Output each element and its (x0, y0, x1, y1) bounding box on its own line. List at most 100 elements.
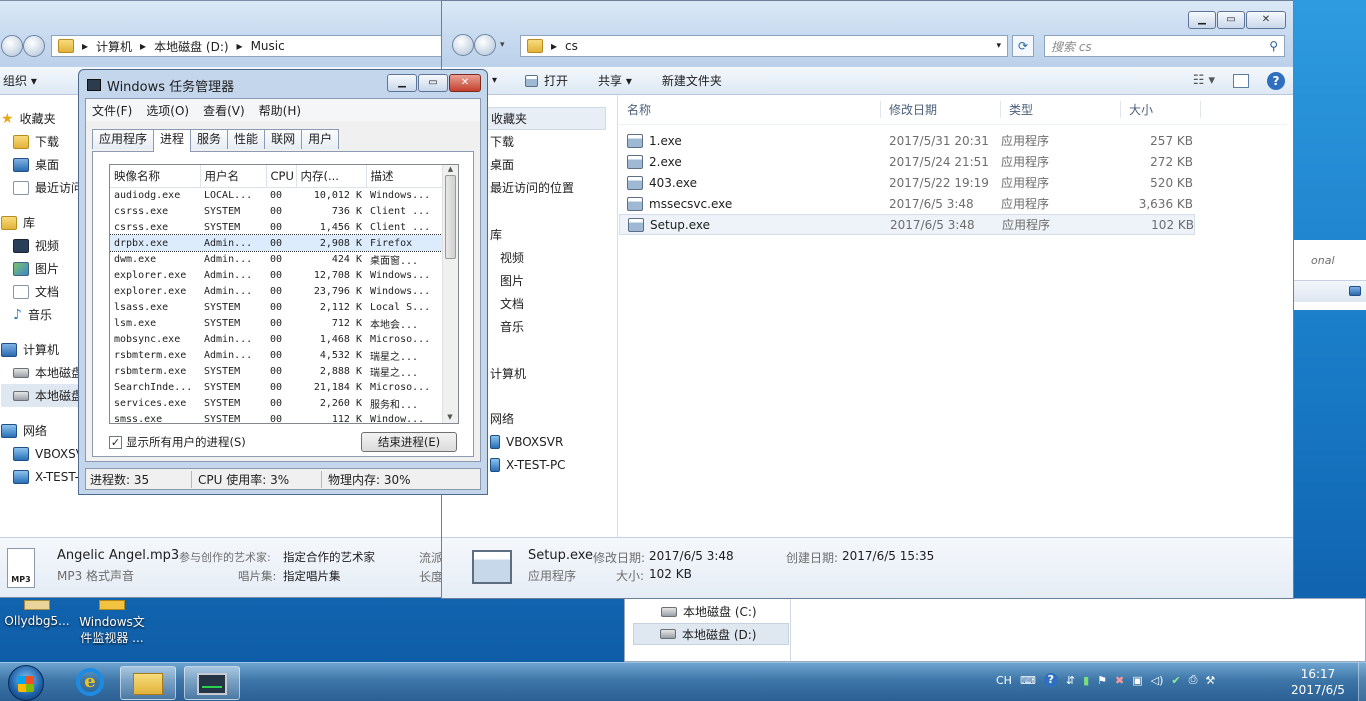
process-row[interactable]: explorer.exe Admin... 00 12,708 K Windows... (110, 267, 444, 283)
nav-downloads[interactable]: 下载 (1, 130, 81, 153)
nav-net-2[interactable]: X-TEST-PC (1, 465, 95, 488)
file-row[interactable]: Setup.exe 2017/6/5 3:48 应用程序 102 KB (619, 214, 1195, 235)
column-date[interactable]: 修改日期 (881, 101, 1001, 118)
tab-services[interactable]: 服务 (190, 129, 229, 149)
tab-applications[interactable]: 应用程序 (92, 129, 155, 149)
menu-help[interactable]: 帮助(H) (259, 104, 301, 118)
tab-processes[interactable]: 进程 (153, 129, 192, 152)
background-disk-d[interactable]: 本地磁盘 (D:) (633, 623, 789, 645)
clock[interactable]: 16:17 2017/6/5 (1280, 666, 1356, 698)
file-row[interactable]: mssecsvc.exe 2017/6/5 3:48 应用程序 3,636 KB (619, 193, 1195, 214)
nav-pictures[interactable]: 图片 (1, 257, 81, 280)
breadcrumb-computer[interactable]: 计算机 (96, 38, 132, 55)
chevron-down-icon[interactable]: ▾ (996, 41, 1001, 51)
column-description[interactable]: 描述 (366, 165, 445, 188)
column-name[interactable]: 名称 (619, 101, 881, 118)
back-button[interactable] (452, 34, 474, 56)
task-manager-titlebar[interactable]: Windows 任务管理器 ▁ ▭ ✕ (79, 70, 487, 100)
process-row[interactable]: lsm.exe SYSTEM 00 712 K 本地会... (110, 315, 444, 331)
start-button[interactable] (8, 665, 44, 701)
nav-net-1[interactable]: VBOXSVF (1, 442, 91, 465)
address-path[interactable]: cs (565, 39, 578, 53)
column-cpu[interactable]: CPU (266, 165, 297, 188)
desktop-icon-file-monitor[interactable]: Windows文件监视器 ... (74, 600, 150, 646)
nav-desktop[interactable]: 桌面 (1, 153, 81, 176)
forward-button[interactable] (474, 34, 496, 56)
forward-button[interactable] (23, 35, 45, 57)
process-row[interactable]: lsass.exe SYSTEM 00 2,112 K Local S... (110, 299, 444, 315)
column-image-name[interactable]: 映像名称 (110, 165, 201, 188)
view-icon[interactable]: ☷ ▾ (1193, 73, 1215, 88)
network-tray-icon[interactable]: ⇵ (1066, 674, 1075, 687)
minimize-button[interactable]: ▁ (1188, 11, 1216, 29)
column-memory[interactable]: 内存(... (296, 165, 367, 188)
keyboard-icon[interactable]: ⌨ (1020, 674, 1036, 687)
file-row[interactable]: 1.exe 2017/5/31 20:31 应用程序 257 KB (619, 130, 1195, 151)
scroll-down-icon[interactable]: ▼ (443, 413, 457, 421)
taskbar-task-manager[interactable] (184, 666, 240, 700)
maximize-button[interactable]: ▭ (1217, 11, 1245, 29)
nav-videos[interactable]: 视频 (1, 234, 81, 257)
breadcrumb-music[interactable]: Music (251, 39, 285, 53)
tab-networking[interactable]: 联网 (264, 129, 303, 149)
back-button[interactable] (1, 35, 23, 57)
process-scrollbar[interactable]: ▲ ▼ (442, 165, 458, 423)
taskbar-ie[interactable]: e (62, 666, 118, 700)
process-row[interactable]: csrss.exe SYSTEM 00 736 K Client ... (110, 203, 444, 219)
desktop-icon-ollydbg[interactable]: Ollydbg5... (4, 600, 70, 629)
process-row[interactable]: rsbmterm.exe Admin... 00 4,532 K 瑞星之... (110, 347, 444, 363)
process-row[interactable]: drpbx.exe Admin... 00 2,908 K Firefox (110, 234, 445, 252)
nav-local-disk-2[interactable]: 本地磁盘 (1, 384, 83, 407)
status-icon[interactable]: ▮ (1083, 674, 1089, 687)
process-row[interactable]: dwm.exe Admin... 00 424 K 桌面窗... (110, 251, 444, 267)
file-row[interactable]: 403.exe 2017/5/22 19:19 应用程序 520 KB (619, 172, 1195, 193)
column-user-name[interactable]: 用户名 (200, 165, 267, 188)
close-button[interactable]: ✕ (449, 74, 481, 92)
show-desktop-button[interactable] (1358, 663, 1366, 701)
volume-icon[interactable]: ◁) (1151, 674, 1164, 687)
shield-icon[interactable]: ✔ (1171, 674, 1180, 687)
process-row[interactable]: audiodg.exe LOCAL... 00 10,012 K Windows... (110, 187, 444, 203)
antivirus-icon[interactable]: ✖ (1115, 674, 1124, 687)
taskbar-explorer[interactable] (120, 666, 176, 700)
process-row[interactable]: explorer.exe Admin... 00 23,796 K Windows... (110, 283, 444, 299)
help-icon[interactable]: ? (1267, 71, 1285, 90)
close-button[interactable]: ✕ (1246, 11, 1286, 29)
process-row[interactable]: smss.exe SYSTEM 00 112 K Window... (110, 411, 444, 424)
share-button[interactable]: 共享 ▾ (598, 72, 632, 89)
process-row[interactable]: rsbmterm.exe SYSTEM 00 2,888 K 瑞星之... (110, 363, 444, 379)
scroll-up-icon[interactable]: ▲ (443, 165, 458, 173)
search-input[interactable]: 搜索 cs ⚲ (1044, 35, 1285, 57)
process-row[interactable]: mobsync.exe Admin... 00 1,468 K Microso... (110, 331, 444, 347)
file-row[interactable]: 2.exe 2017/5/24 21:51 应用程序 272 KB (619, 151, 1195, 172)
preview-pane-icon[interactable] (1233, 73, 1249, 88)
process-row[interactable]: csrss.exe SYSTEM 00 1,456 K Client ... (110, 219, 444, 235)
chevron-down-icon[interactable]: ▾ (500, 40, 505, 56)
minimize-button[interactable]: ▁ (387, 74, 417, 92)
open-button[interactable]: 打开 (525, 72, 568, 89)
details-album-value[interactable]: 指定唱片集 (283, 568, 341, 584)
nav-libraries[interactable]: 库 (1, 211, 81, 234)
menu-file[interactable]: 文件(F) (92, 104, 132, 118)
process-row[interactable]: SearchInde... SYSTEM 00 21,184 K Microso... (110, 379, 444, 395)
show-all-users-checkbox[interactable]: ✓ 显示所有用户的进程(S) (109, 434, 246, 450)
details-contrib-value[interactable]: 指定合作的艺术家 (283, 549, 375, 565)
menu-view[interactable]: 查看(V) (203, 104, 245, 118)
menu-options[interactable]: 选项(O) (146, 104, 189, 118)
nav-recent[interactable]: 最近访问 (1, 176, 83, 199)
language-indicator[interactable]: CH (996, 674, 1012, 687)
monitor-tray-icon[interactable]: ▣ (1132, 674, 1142, 687)
left-address-bar[interactable]: ▸ 计算机 ▸ 本地磁盘 (D:) ▸ Music (51, 35, 443, 57)
help-icon[interactable]: ? (1043, 673, 1058, 687)
background-disk-c[interactable]: 本地磁盘 (C:) (661, 603, 757, 620)
nav-documents[interactable]: 文档 (1, 280, 81, 303)
process-row[interactable]: services.exe SYSTEM 00 2,260 K 服务和... (110, 395, 444, 411)
flag-icon[interactable]: ⚑ (1097, 674, 1107, 687)
device-icon[interactable]: ⎙ (1189, 673, 1198, 687)
nav-music[interactable]: ♪ 音乐 (1, 303, 81, 326)
new-folder-button[interactable]: 新建文件夹 (662, 72, 722, 89)
maximize-button[interactable]: ▭ (418, 74, 448, 92)
right-address-bar[interactable]: ▸ cs ▾ (520, 35, 1008, 57)
refresh-icon[interactable]: ⟳ (1012, 35, 1034, 57)
tools-icon[interactable]: ⚒ (1205, 674, 1215, 687)
